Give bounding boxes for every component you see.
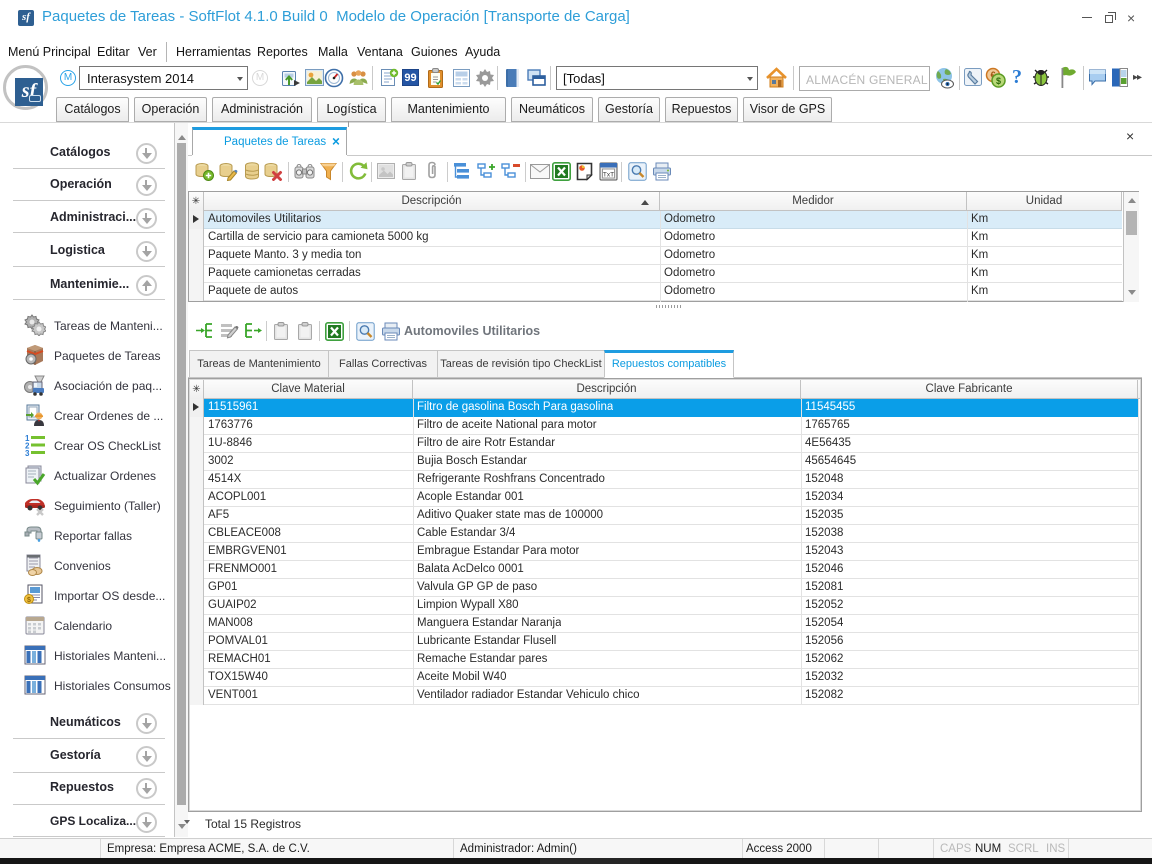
svg-text:$: $	[27, 597, 31, 604]
svg-text:3: 3	[25, 449, 30, 456]
svg-text:$: $	[996, 76, 1001, 86]
svg-text:TxT: TxT	[603, 172, 614, 179]
